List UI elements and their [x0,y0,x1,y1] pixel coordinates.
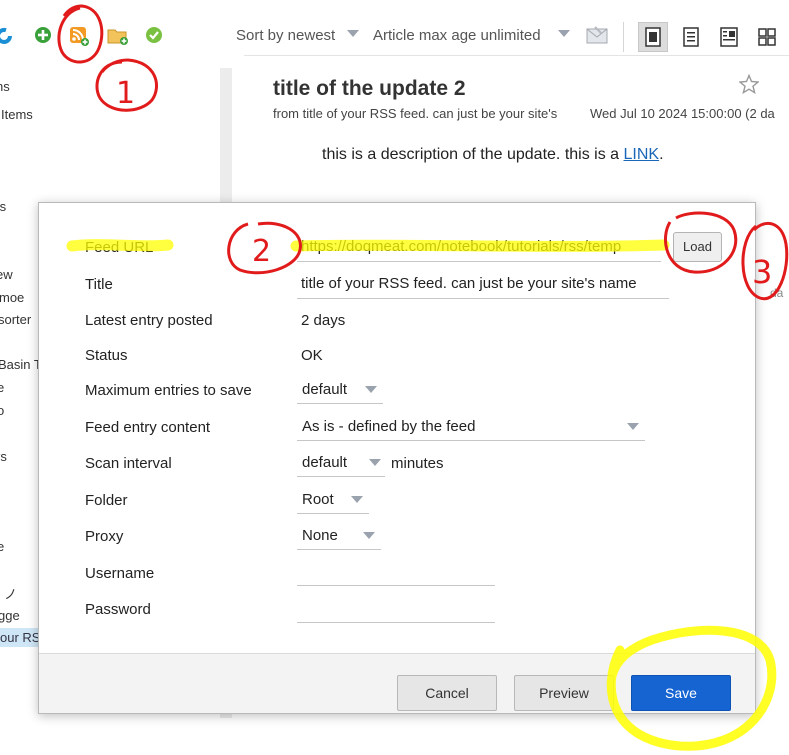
chevron-down-icon [365,386,377,393]
article-source: from title of your RSS feed. can just be… [273,106,558,121]
title-label: Title [85,276,113,293]
latest-entry-label: Latest entry posted [85,312,213,329]
age-select[interactable]: Article max age unlimited [373,27,541,44]
view-grid-icon[interactable] [752,22,782,52]
dialog-footer: Cancel Preview Save [39,653,755,713]
username-input[interactable] [297,556,495,586]
preview-button[interactable]: Preview [514,675,614,711]
sidebar-item[interactable]: e [0,380,4,395]
load-button[interactable]: Load [673,232,722,262]
sidebar-item[interactable]: ts [0,199,6,214]
sidebar-item[interactable]: ) ノ [0,584,17,603]
save-button[interactable]: Save [631,675,731,711]
view-split-icon[interactable] [714,22,744,52]
edit-feed-dialog: Feed URL https://doqmeat.com/notebook/tu… [38,202,756,714]
max-entries-select[interactable]: default [297,376,383,404]
scan-interval-select[interactable]: default [297,449,385,477]
age-label: Article max age unlimited [373,27,541,44]
refresh-icon[interactable] [0,26,14,46]
sidebar-item[interactable]: gge [0,608,20,623]
cancel-button[interactable]: Cancel [397,675,497,711]
feed-url-input[interactable]: https://doqmeat.com/notebook/tutorials/r… [297,232,661,262]
sidebar-item[interactable]: rs [0,449,7,464]
article-link[interactable]: LINK [624,146,660,163]
sidebar-item[interactable]: ew [0,267,13,282]
mark-read-icon[interactable] [145,26,165,46]
content-select[interactable]: As is - defined by the feed [297,413,645,441]
add-feed-icon[interactable] [69,26,89,46]
toolbar-divider [623,22,624,52]
folder-value: Root [302,491,334,508]
mail-icon[interactable] [586,25,608,45]
content-label: Feed entry content [85,419,211,436]
add-folder-icon[interactable] [107,26,128,46]
article-body: this is a description of the update. thi… [322,146,664,164]
scan-interval-label: Scan interval [85,455,172,472]
chevron-down-icon [369,459,381,466]
folder-select[interactable]: Root [297,486,369,514]
age-dropdown-icon[interactable] [558,30,570,37]
sidebar-item[interactable]: sorter [0,312,31,327]
proxy-value: None [302,527,338,544]
folder-label: Folder [85,492,128,509]
sort-select[interactable]: Sort by newest [236,27,335,44]
max-entries-value: default [302,381,348,398]
sidebar-item[interactable]: o [0,403,4,418]
username-label: Username [85,565,155,582]
scan-interval-value: default [302,454,348,471]
chevron-down-icon [363,532,375,539]
article-title[interactable]: title of the update 2 [273,77,466,101]
article-body-text: this is a description of the update. thi… [322,146,624,163]
status-value: OK [301,347,323,364]
article-date-fragment: da [770,286,784,300]
password-label: Password [85,601,151,618]
proxy-label: Proxy [85,528,124,545]
article-date: Wed Jul 10 2024 15:00:00 (2 da [590,106,775,121]
sort-label: Sort by newest [236,27,336,44]
scan-interval-unit: minutes [391,455,444,472]
sidebar-item[interactable]: Basin T [0,357,42,372]
status-label: Status [85,347,128,364]
proxy-select[interactable]: None [297,522,381,550]
article-body-end: . [659,146,664,163]
feed-url-label: Feed URL [85,239,154,256]
sidebar-item[interactable]: ns [0,79,10,94]
star-icon[interactable] [738,73,760,99]
password-input[interactable] [297,593,495,623]
view-list-icon[interactable] [638,22,668,52]
content-value: As is - defined by the feed [302,418,476,435]
title-input[interactable]: title of your RSS feed. can just be your… [297,269,669,299]
view-full-icon[interactable] [676,22,706,52]
sidebar-item[interactable]: moe [0,290,24,305]
latest-entry-value: 2 days [301,312,346,329]
add-icon[interactable] [34,26,54,46]
app-window: Sort by newest Article max age unlimited… [0,0,789,755]
sidebar-item[interactable]: Items [1,107,33,122]
chevron-down-icon [351,496,363,503]
max-entries-label: Maximum entries to save [85,382,252,399]
chevron-down-icon [627,423,639,430]
sidebar-item[interactable]: e [0,539,4,554]
sort-dropdown-icon[interactable] [347,30,359,37]
